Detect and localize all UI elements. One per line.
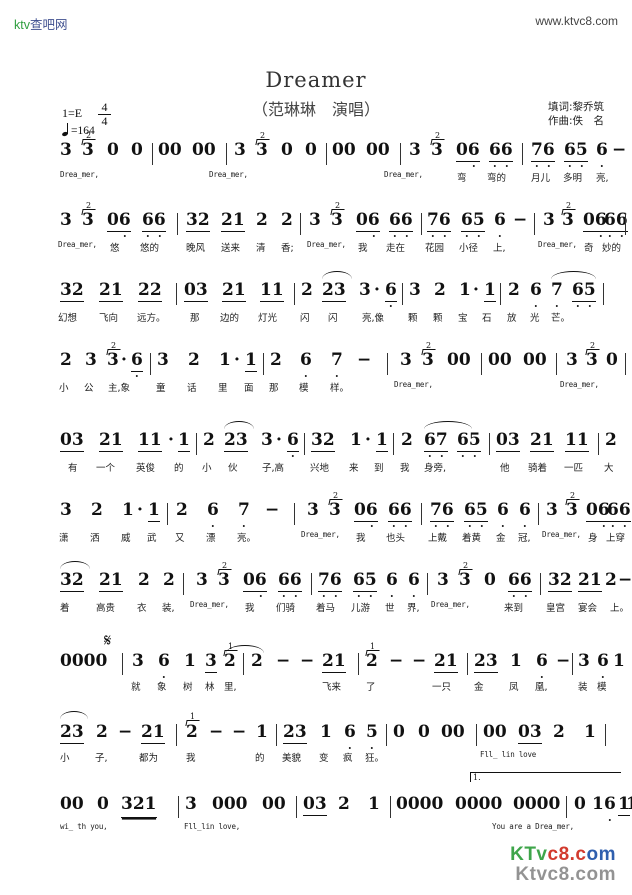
system-4: 2 3 2 3 · 6 3 2 1 · 1 2 6 7 − 3 2 3 00 0… [0,342,632,398]
site-logo[interactable]: ktv查吧网 [14,14,68,33]
slur-arc [60,561,90,569]
composer-line: 作曲:佚 名 [547,115,604,127]
site-url[interactable]: www.ktvc8.com [535,14,618,28]
system-2-notes: 3 2 3 06 66 32 21 2 2 3 2 3 06 66 76 65 … [0,202,632,240]
system-6: 3 2 1 · 1 2 6 7 − 3 2 3 06 66 76 65 6 6 … [0,492,632,548]
quarter-note-icon [61,123,71,137]
system-10: 00 0 321 3 000 00 03 2 1 0000 0000 0000 … [0,772,632,840]
key-signature: 1=E [62,106,83,120]
watermark-line-2: Ktvc8.com [515,864,616,885]
system-10-notes: 00 0 321 3 000 00 03 2 1 0000 0000 0000 … [0,772,632,822]
top-bar: ktv查吧网 www.ktvc8.com [0,14,632,34]
system-1: 3 2 3 0 0 00 00 3 2 3 0 0 00 00 3 2 3 06… [0,132,632,188]
slur-arc [551,271,596,279]
system-10-lyrics: wi_ th you, Fll_lin love, You are a Drea… [60,822,574,831]
system-2-lyrics: Drea_mer, 悠 悠的 晚风 送来 清 香; Drea_mer, 我 走在… [58,240,622,254]
system-6-lyrics: 潇 洒 威 武 又 漂 亮。 Drea_mer, 我 也头 上戴 着黄 金 冠,… [59,530,626,544]
song-credits: 填词:黎乔筑 作曲:佚 名 [548,100,604,128]
system-9-lyrics: 小 子, 都为 我 的 美貌 变 疯 狂。 Fll_ lin love [60,750,537,764]
slur-arc [322,271,352,279]
system-3-measure-final: x [0,280,632,310]
volta-bracket: 1. [470,772,621,782]
slur-arc [60,711,88,719]
system-9-notes: 23 2 − 21 1 2 − − 1 23 1 6 5 0 0 00 00 0… [0,711,632,750]
system-8-lyrics: 就 象 树 林 里, 飞来 了 一只 金 凤 凰, 装 模 [131,682,607,693]
watermark: KTvc8.com Ktvc8.com [510,845,616,885]
system-6-notes: 3 2 1 · 1 2 6 7 − 3 2 3 06 66 76 65 6 6 … [0,492,632,530]
site-logo-latin: ktv [14,18,30,32]
system-5: 03 21 11 · 1 2 23 3 · 6 32 1 · 1 2 67 65… [0,421,632,478]
system-1-notes: 3 2 3 0 0 00 00 3 2 3 0 0 00 00 3 2 3 06… [0,132,632,170]
song-title: Dreamer [265,68,367,92]
sheet-music-page: ktv查吧网 www.ktvc8.com Dreamer （范琳琳 演唱） 填词… [0,0,632,895]
system-9: 23 2 − 21 1 2 − − 1 23 1 6 5 0 0 00 00 0… [0,711,632,768]
system-2: 3 2 3 06 66 32 21 2 2 3 2 3 06 66 76 65 … [0,202,632,258]
system-5-notes: 03 21 11 · 1 2 23 3 · 6 32 1 · 1 2 67 65… [0,421,632,460]
site-logo-cn: 查吧网 [29,18,68,32]
meter-top: 4 [101,100,108,114]
system-7-notes: 32 21 2 2 3 2 3 06 66 76 65 6 6 3 2 3 0 … [0,561,632,600]
lyricist-line: 填词:黎乔筑 [547,101,604,113]
system-8-tail: 1 [613,651,625,671]
system-7: 32 21 2 2 3 2 3 06 66 76 65 6 6 3 2 3 0 … [0,561,632,618]
system-7-lyrics: 着 高贵 衣 装, Drea_mer, 我 们骑 着马 儿游 世 界, Drea… [60,600,630,614]
system-1-lyrics: Drea_mer, Drea_mer, Drea_mer, 弯 弯的 月儿 多明… [60,170,609,184]
system-4-lyrics: 小 公 主,象 童 话 里 面 那 模 样。 Drea_mer, Drea_me… [59,380,599,394]
song-performer: （范琳琳 演唱） [251,100,380,119]
system-3-lyrics: 幻想 飞向 远方。 那 边的 灯光 闪 闪 亮,像 颗 颗 宝 石 放 光 芒。 [58,313,571,324]
system-5-lyrics: 有 一个 英俊 的 小 伙 子,高 兴地 来 到 我 身旁, 他 骑着 一匹 大 [68,463,614,474]
slur-arc [224,421,254,429]
meter-bottom: 4 [101,114,108,128]
watermark-line-1: KTvc8.com [510,844,616,865]
slur-arc [424,421,472,429]
system-4-notes: 2 3 2 3 · 6 3 2 1 · 1 2 6 7 − 3 2 3 00 0… [0,342,632,380]
time-signature: 4 4 [98,100,111,128]
